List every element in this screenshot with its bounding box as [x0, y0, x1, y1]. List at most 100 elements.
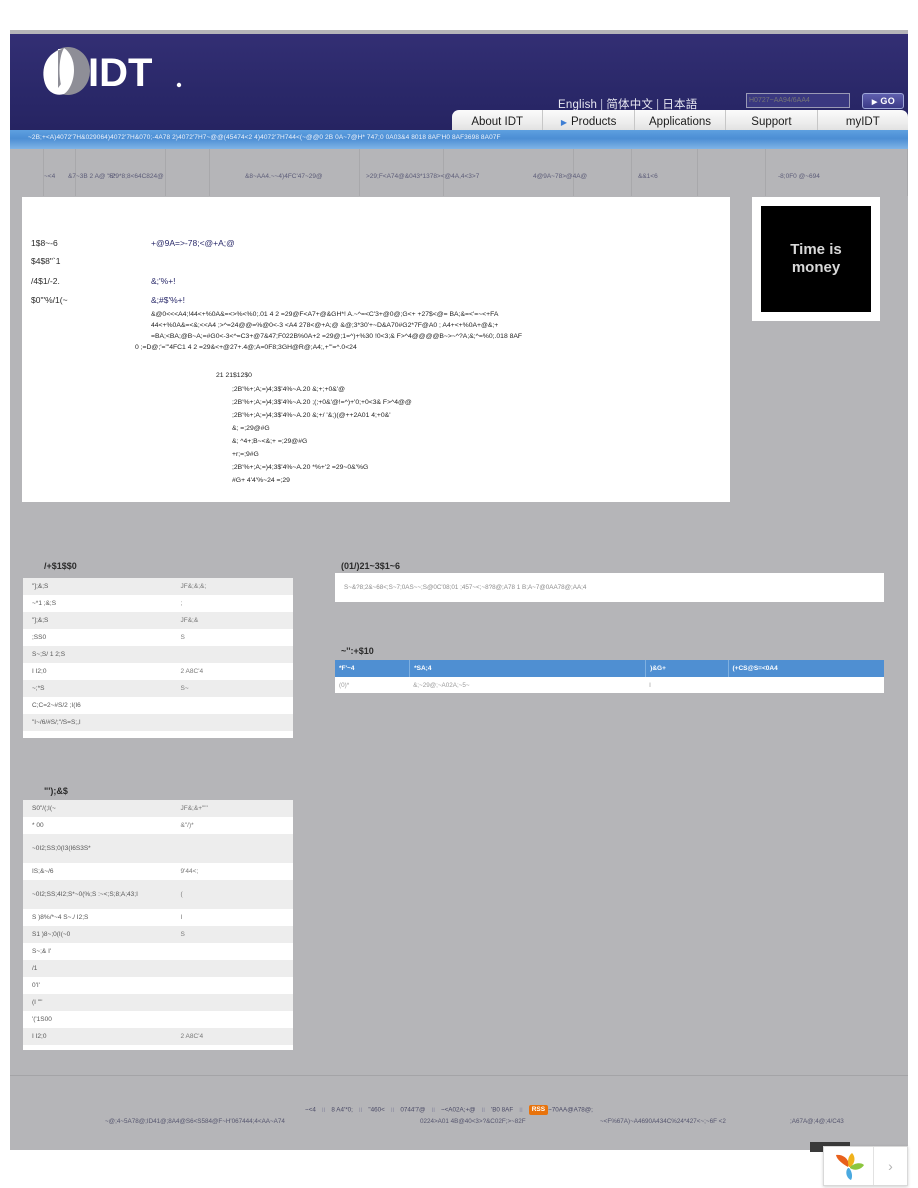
cell-label: ~*1 ;&;S [32, 600, 57, 607]
footer-link-3[interactable]: 0744'7@ [400, 1107, 425, 1114]
table-left-top: "];&;S JF&;&;&; ~*1 ;&;S; "];&;S JF&;& ;SS… [23, 578, 293, 738]
footer-link-5[interactable]: 'B0 8AF [491, 1107, 513, 1114]
table-row[interactable]: (0)* &;~29@;~A02A;~5~ I [335, 677, 884, 693]
widget-expand-chevron-icon[interactable]: › [874, 1147, 907, 1185]
footer-link-1[interactable]: 8 A4'*0; [331, 1107, 353, 1114]
subnav-cell-3[interactable] [166, 149, 210, 196]
subnav-item-5[interactable]: 4@9A~78>@4A@ [533, 173, 587, 180]
cell-label: "];&;S [32, 583, 49, 590]
cell-value: ( [180, 891, 183, 898]
breadcrumb-bar: ~2B;+<A)4072'7H&029064)4072'7H&070;-4A78… [10, 130, 908, 149]
hero-field-value-3: &;#$'%+! [151, 295, 185, 305]
go-label: GO [880, 95, 895, 106]
table-row[interactable]: I I2;0 2 A8C'4 [23, 1028, 293, 1045]
table-row[interactable]: C;C=2~#S/2 ;I(I6 [23, 697, 293, 714]
cell-value: S~ [180, 685, 189, 692]
table-row[interactable]: "];&;S JF&;& [23, 612, 293, 629]
ad-line-1: Time is [790, 241, 842, 258]
subnav-item-7[interactable]: -8;0F0 @~694 [778, 173, 820, 180]
table-row[interactable]: ~*1 ;&;S; [23, 595, 293, 612]
hero-bullet-5: &; ^4+;B~<&;+ =;29@#G [232, 438, 308, 445]
cell-label: (I "" [32, 999, 43, 1006]
footer-link-7[interactable]: ~70AA@A78@; [548, 1107, 593, 1114]
section-title-left-top: /+$1$$0 [44, 561, 77, 571]
feature-table: *F'~4 *SA;4 )&G+ (+CS@S=<0A4 (0)* &;~29@… [335, 660, 884, 693]
cell-value: I [180, 914, 183, 921]
table-row[interactable]: ;SS0 S [23, 629, 293, 646]
column-header-2[interactable]: )&G+ [645, 660, 727, 677]
cell-value: ; [180, 600, 183, 607]
cell-label: ~0I2;SS;4I2;S*~0(%;S :~<;S;8;A;43;I [32, 891, 138, 898]
hero-bullet-4: &; =;29@#G [232, 425, 270, 432]
column-header-3[interactable]: (+CS@S=<0A4 [727, 660, 884, 677]
feature-table-header-row: *F'~4 *SA;4 )&G+ (+CS@S=<0A4 [335, 660, 884, 677]
cell-label: ;SS0 [32, 634, 47, 641]
cell-1: &;~29@;~A02A;~5~ [413, 681, 470, 689]
description-text: S~&?8;2&~68<;S~7;0AS~~;S@0C'08;01 ;457~<… [344, 584, 587, 591]
table-row[interactable]: ~0I2;SS;4I2;S*~0(%;S :~<;S;8;A;43;I ( [23, 880, 293, 909]
subnav-cell-9[interactable] [698, 149, 766, 196]
subnav-item-3[interactable]: &8~AA4.~~4)4FC'47~29@ [245, 173, 323, 180]
hero-field-label-1: $4$8"`1 [31, 256, 61, 266]
column-header-0[interactable]: *F'~4 [335, 660, 409, 677]
footer-link-2[interactable]: "460< [368, 1107, 384, 1114]
table-row[interactable]: /1 [23, 960, 293, 977]
table-row[interactable]: S0"/(;I(~ JF&;&+""' [23, 800, 293, 817]
table-row[interactable]: * 00 &"/)* [23, 817, 293, 834]
table-row[interactable]: 0'I' [23, 977, 293, 994]
cell-label: S~;S/ 1 2;S [32, 651, 66, 658]
footer-sep-2: II [390, 1106, 395, 1114]
table-row[interactable]: S~;& I' [23, 943, 293, 960]
advertisement-banner[interactable]: Time is money [752, 197, 880, 321]
table-left-bottom: S0"/(;I(~ JF&;&+""' * 00 &"/)* ~0I2;SS;0(I… [23, 800, 293, 1050]
hero-bullet-2: ;2B'%+;A;=)4;3$'4%~A.20 ;(;+0&'@!=^)+'0;… [232, 399, 412, 406]
footer-link-4[interactable]: ~<A02A;+@ [441, 1107, 476, 1114]
footer-link-0[interactable]: ~<4 [305, 1107, 316, 1114]
table-row[interactable]: S )8%/*~4 S~./ I2;S I [23, 909, 293, 926]
column-header-1[interactable]: *SA;4 [409, 660, 645, 677]
search-go-button[interactable]: ▶ GO [862, 92, 905, 109]
subnav-cell-0[interactable] [10, 149, 44, 196]
cell-label: * 00 [32, 822, 44, 829]
idt-logo[interactable]: IDT [28, 44, 193, 104]
search-input[interactable] [749, 94, 849, 108]
table-row[interactable]: ~0I2;SS;0(I3(I6S3S* [23, 834, 293, 863]
footer-links: ~<4 II 8 A4'*0; II "460< II 0744'7@ II ~<A02A;+@… [0, 1105, 898, 1115]
hero-bullet-0: 21 21$12$0 [216, 372, 252, 379]
table-row[interactable]: "];&;S JF&;&;&; [23, 578, 293, 595]
cell-label: '('1S00 [32, 1016, 52, 1023]
table-row[interactable]: "I~/6/#S/;"/S=S;,I [23, 714, 293, 731]
cell-0: (0)* [339, 681, 350, 689]
table-row[interactable]: ~;*S S~ [23, 680, 293, 697]
subnav-item-6[interactable]: &&1<6 [638, 173, 658, 180]
cell-label: I I2;0 [32, 1033, 47, 1040]
cell-label: /1 [32, 965, 38, 972]
tab-products-label: Products [570, 116, 617, 128]
hero-panel: 1$8~-6 +@9A=>-78;<@+A;@ $4$8"`1 /4$1/-2.… [22, 197, 730, 502]
idt-leaf-logo-icon: IDT [43, 47, 182, 95]
subnav-item-4[interactable]: >29;F<A74@&043*1378><@4A,4<3>7 [366, 173, 479, 180]
cell-2: I [649, 681, 651, 689]
cell-value: S [180, 931, 185, 938]
rss-badge-icon[interactable]: RSS [528, 1105, 549, 1115]
flower-logo-icon[interactable] [824, 1147, 874, 1185]
cell-value: JF&;& [180, 617, 199, 624]
table-row[interactable]: S1 )8~;0(I(~0 S [23, 926, 293, 943]
footer-legal-d: ;A67A@;4@;4/C43 [790, 1118, 844, 1125]
subnav-item-0[interactable]: ~<4 [44, 173, 55, 180]
cell-value: JF&;&;&; [180, 583, 207, 590]
hero-bullet-7: ;2B'%+;A;=)4;3$'4%~A.20 *%+'2 =29~0&'%G [232, 464, 369, 471]
search-box[interactable] [746, 93, 850, 109]
table-row[interactable]: '('1S00 [23, 1011, 293, 1028]
cell-value: JF&;&+""' [180, 805, 208, 812]
cell-value: 2 A8C'4 [180, 1033, 204, 1040]
table-row[interactable]: IS;&~/6 9'44<; [23, 863, 293, 880]
ad-line-2: money [791, 259, 841, 276]
search-area: ▶ GO [746, 92, 906, 110]
table-row[interactable]: I I2;0 2 A8C'4 [23, 663, 293, 680]
table-row[interactable]: (I "" [23, 994, 293, 1011]
table-row[interactable]: S~;S/ 1 2;S [23, 646, 293, 663]
subnav-item-2[interactable]: >29*8;8<64C824@ [108, 173, 164, 180]
floating-widget[interactable]: › [823, 1146, 908, 1186]
section-title-left-bottom: "');&$ [44, 786, 68, 796]
